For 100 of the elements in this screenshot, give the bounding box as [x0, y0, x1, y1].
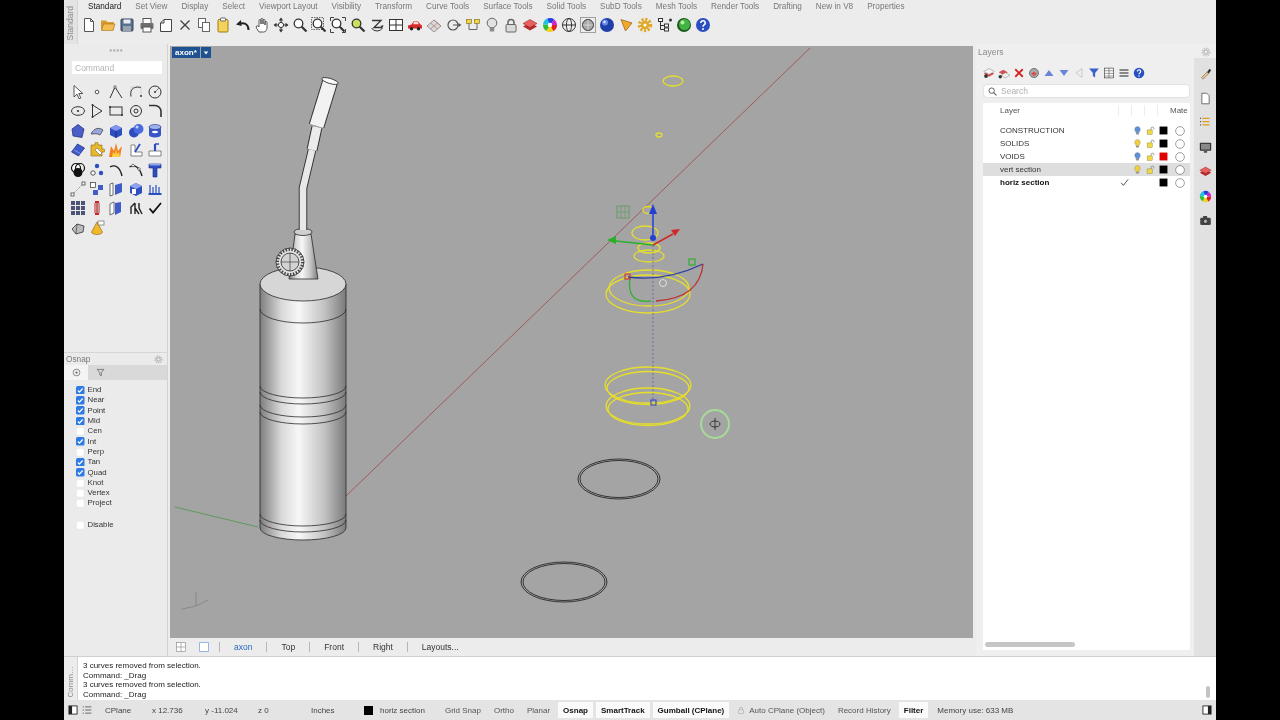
- skewed-panels-icon[interactable]: [108, 180, 125, 197]
- layer-row[interactable]: VOIDS: [983, 150, 1190, 163]
- material-circle-icon[interactable]: [1175, 164, 1185, 175]
- toolbar-tab[interactable]: Standard: [88, 1, 122, 13]
- scale-handle-icon[interactable]: [688, 258, 696, 266]
- checkbox[interactable]: [76, 457, 85, 467]
- tree-diagram-icon[interactable]: [656, 17, 673, 33]
- cube-cut-icon[interactable]: [127, 180, 144, 197]
- selected-curve[interactable]: [605, 274, 691, 314]
- ring-handle-icon[interactable]: [659, 279, 667, 287]
- color-swatch-icon[interactable]: [1159, 165, 1168, 174]
- layer-row[interactable]: vert section: [983, 163, 1190, 176]
- rotation-arc[interactable]: [655, 263, 704, 302]
- control-point-icon[interactable]: [650, 399, 657, 406]
- checkbox[interactable]: [76, 416, 85, 426]
- checkbox[interactable]: [76, 406, 85, 415]
- document-corner-icon[interactable]: [157, 17, 174, 33]
- color-wheel-icon[interactable]: [1198, 189, 1212, 203]
- glossy-ball-icon[interactable]: [675, 17, 692, 33]
- gumball-arrow[interactable]: [652, 229, 680, 246]
- magnifier-corners-icon[interactable]: [330, 17, 347, 33]
- cylinder-icon[interactable]: [146, 122, 163, 139]
- round-badge-icon[interactable]: [1028, 66, 1040, 79]
- toolbar-tab[interactable]: Solid Tools: [546, 1, 587, 13]
- checkbox[interactable]: [76, 499, 85, 508]
- viewport-tab[interactable]: Front: [309, 642, 358, 652]
- copy-icon[interactable]: [196, 17, 213, 33]
- table-icon[interactable]: [1103, 66, 1115, 79]
- checkbox[interactable]: [76, 468, 85, 477]
- status-toggle[interactable]: Filter: [898, 702, 929, 718]
- zigzag-arrow-icon[interactable]: [368, 17, 385, 33]
- menu-icon[interactable]: [1118, 66, 1130, 79]
- funnel-icon[interactable]: [1088, 66, 1100, 79]
- framed-sphere-icon[interactable]: [579, 17, 596, 33]
- viewport-menu-button[interactable]: [200, 47, 211, 58]
- toolbar-tab[interactable]: Curve Tools: [426, 1, 470, 13]
- toolbar-tab[interactable]: Display: [181, 1, 209, 13]
- selected-curve[interactable]: [637, 242, 661, 254]
- checkbox[interactable]: [76, 427, 85, 436]
- handle-dot-icon[interactable]: [650, 235, 656, 241]
- layer-row[interactable]: horiz section: [983, 176, 1190, 189]
- toolbar-tab[interactable]: Visibility: [331, 1, 362, 13]
- t-block-icon[interactable]: [146, 161, 163, 178]
- color-wheel-icon[interactable]: [541, 17, 558, 33]
- magnifier-icon[interactable]: [349, 17, 366, 33]
- polyline-icon[interactable]: [108, 84, 125, 100]
- status-toggle[interactable]: Auto CPlane (Object): [732, 702, 830, 718]
- padlock-icon[interactable]: [503, 17, 520, 33]
- curve-with-points-icon[interactable]: [127, 161, 144, 178]
- toolbar-tab[interactable]: Transform: [375, 1, 413, 13]
- points-cluster-icon[interactable]: [89, 161, 106, 178]
- rotation-arc[interactable]: [627, 263, 704, 279]
- plane-icon[interactable]: [70, 142, 86, 159]
- light-bulb-icon[interactable]: [1133, 139, 1142, 148]
- toolbar-tab[interactable]: Select: [222, 1, 246, 13]
- checkbox[interactable]: [76, 447, 85, 457]
- grouped-boxes-icon[interactable]: [464, 17, 481, 33]
- viewport-tab[interactable]: Layouts...: [406, 642, 473, 652]
- status-toggle[interactable]: Record History: [832, 702, 896, 718]
- delete-icon[interactable]: [1013, 66, 1025, 79]
- surface-patch-icon[interactable]: [70, 122, 86, 139]
- color-swatch-icon[interactable]: [1159, 152, 1168, 161]
- status-toggle[interactable]: Grid Snap: [439, 702, 486, 718]
- rotation-arc[interactable]: [628, 277, 652, 302]
- current-layer-label[interactable]: horiz section: [380, 705, 425, 715]
- wireframe-sphere-icon[interactable]: [560, 17, 577, 33]
- viewport-title-tab[interactable]: axon*: [172, 47, 200, 58]
- magnifier-frame-icon[interactable]: [311, 17, 328, 33]
- toolbar-tab[interactable]: New in V8: [815, 1, 854, 13]
- viewport-tab[interactable]: Right: [358, 642, 407, 652]
- column-header[interactable]: Layer: [1000, 106, 1118, 115]
- clipboard-icon[interactable]: [215, 17, 232, 33]
- undo-arrow-icon[interactable]: [234, 17, 251, 33]
- toolbar-tab[interactable]: SubD Tools: [600, 1, 642, 13]
- toolbar-tab[interactable]: Surface Tools: [483, 1, 533, 13]
- cplane-label[interactable]: CPlane: [105, 705, 152, 715]
- material-circle-icon[interactable]: [1175, 151, 1185, 162]
- checkbox[interactable]: [76, 396, 85, 405]
- selected-curve[interactable]: [642, 205, 654, 215]
- control-point-icon[interactable]: [624, 273, 631, 280]
- monitor-icon[interactable]: [1198, 140, 1212, 154]
- column-header[interactable]: Mate: [1170, 106, 1190, 115]
- new-document-icon[interactable]: [81, 17, 97, 33]
- boolean-circles-icon[interactable]: [70, 161, 86, 178]
- toolbar-tab[interactable]: Properties: [867, 1, 905, 13]
- units-label[interactable]: Inches: [311, 705, 364, 715]
- color-swatch-icon[interactable]: [1159, 126, 1168, 135]
- layer-row[interactable]: SOLIDS: [983, 137, 1190, 150]
- checkbox[interactable]: [76, 520, 85, 530]
- fillet-curve-icon[interactable]: [146, 103, 163, 120]
- curve[interactable]: [520, 561, 608, 603]
- checkbox[interactable]: [76, 478, 85, 488]
- cone-icon[interactable]: [89, 219, 106, 236]
- brush-icon[interactable]: [1198, 67, 1212, 80]
- branch-lines-icon[interactable]: [127, 200, 144, 217]
- viewport-tab[interactable]: axon: [219, 642, 267, 652]
- help-icon[interactable]: [1133, 66, 1145, 79]
- checkbox[interactable]: [76, 385, 85, 395]
- search-field[interactable]: Search: [983, 84, 1190, 98]
- selected-curve[interactable]: [608, 269, 690, 307]
